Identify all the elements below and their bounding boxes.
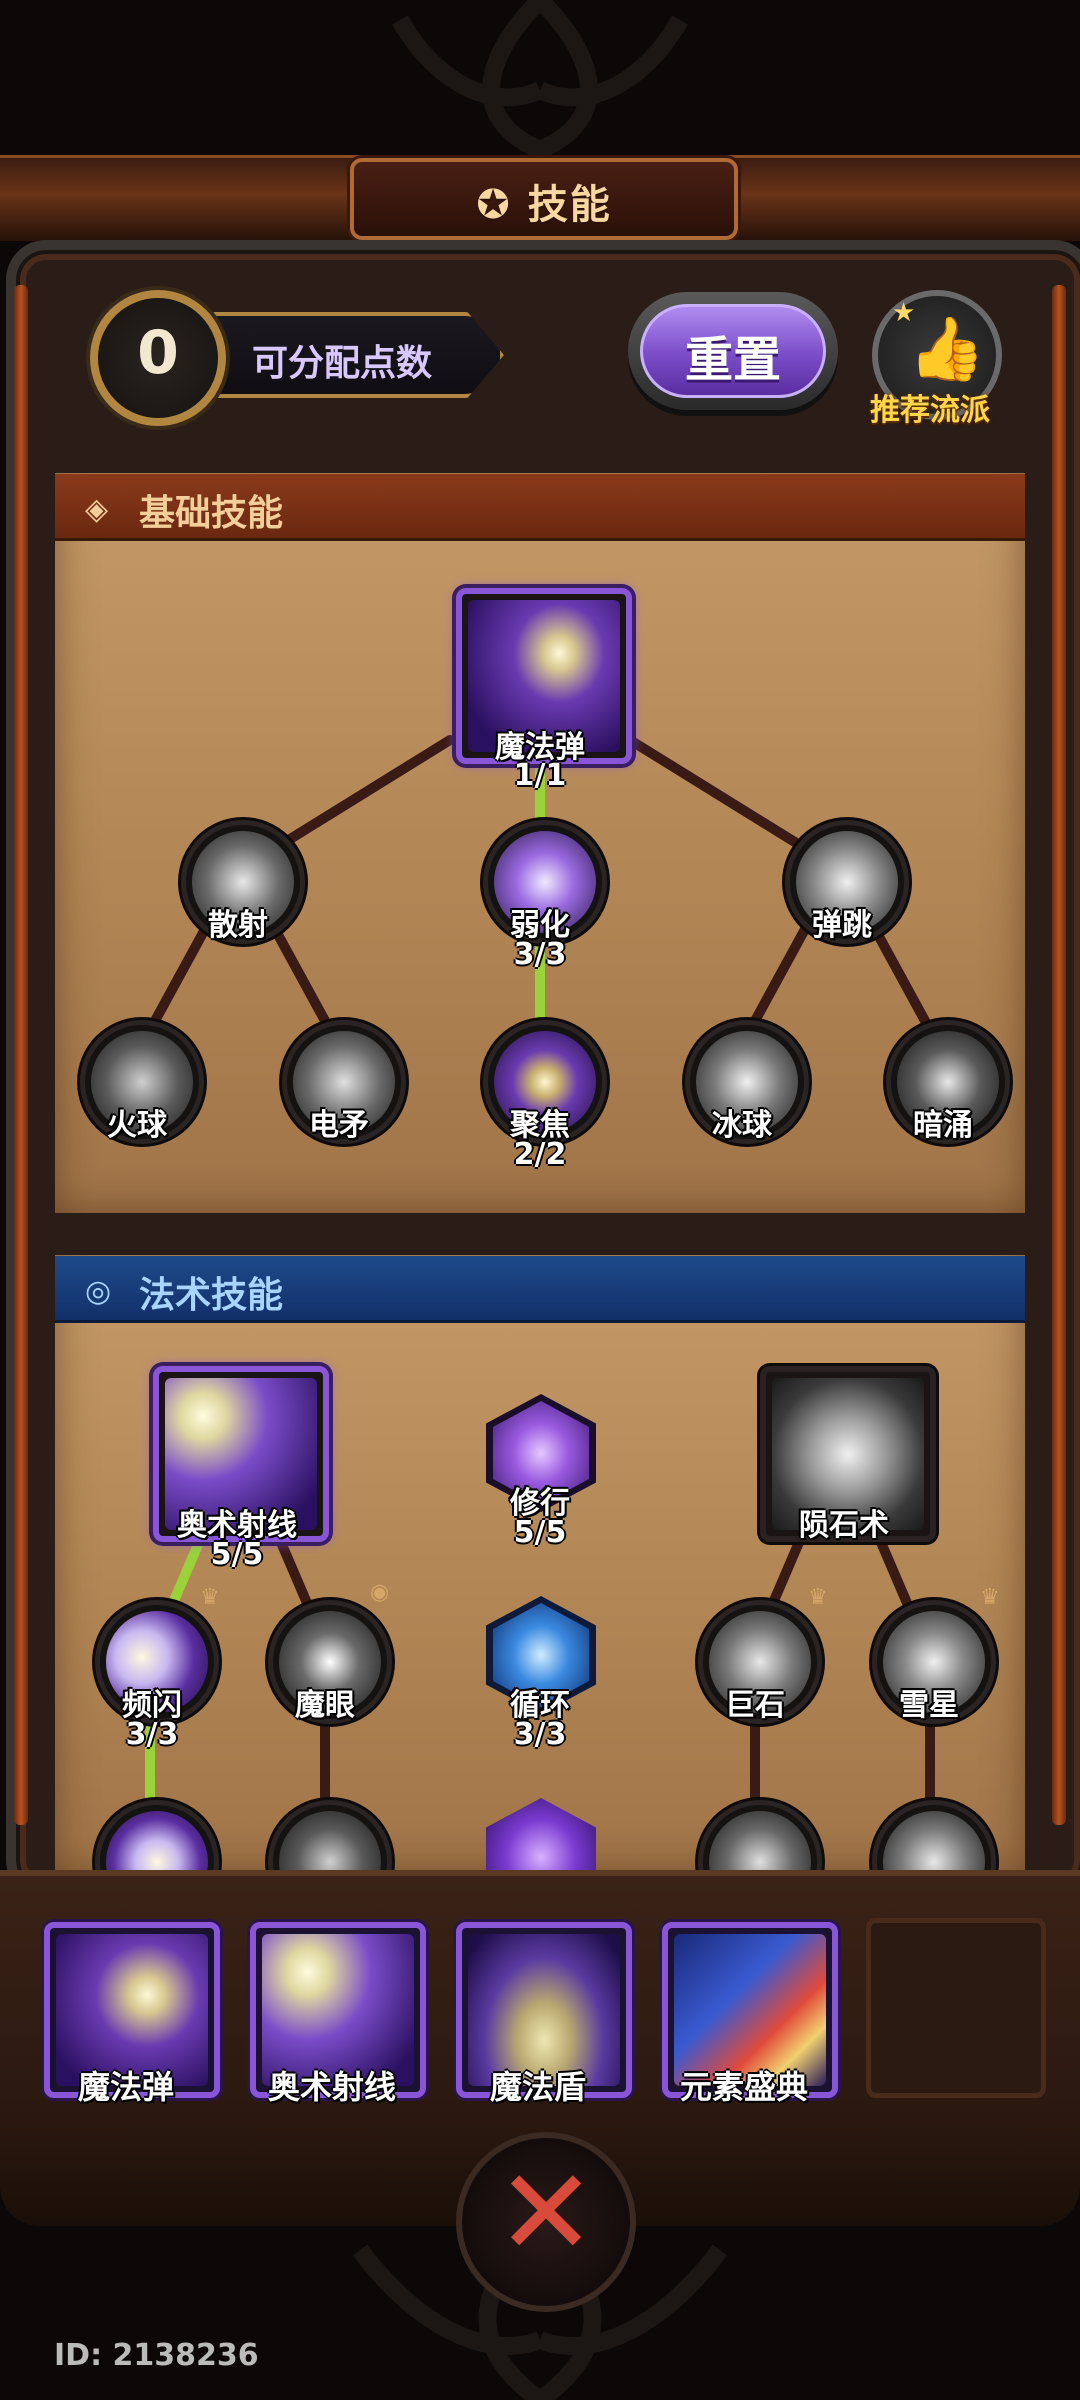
skill-node-count: 5/5 xyxy=(210,1537,264,1572)
skill-node-label: 散射 xyxy=(208,908,268,943)
skill-node-count: 3/3 xyxy=(513,937,567,972)
lock-ring-icon: ♛ xyxy=(980,1585,1000,1610)
skill-node-label: 弹跳 xyxy=(812,908,872,943)
lock-ring-icon: ♛ xyxy=(808,1585,828,1610)
equipped-slot-label: 奥术射线 xyxy=(267,2068,396,2106)
skill-node-label: 冰球 xyxy=(712,1108,772,1143)
skill-node-label: 巨石 xyxy=(725,1688,785,1723)
equipped-slot-label: 元素盛典 xyxy=(679,2068,808,2106)
close-button[interactable]: ✕ xyxy=(456,2132,636,2312)
lock-ring-icon: ◉ xyxy=(370,1580,390,1605)
link-line xyxy=(875,1535,915,1615)
equipped-slot-label: 魔法弹 xyxy=(77,2068,174,2106)
equipped-slot-empty[interactable] xyxy=(866,1918,1046,2098)
skill-node-label: 火球 xyxy=(107,1108,167,1143)
lock-ring-icon: ♛ xyxy=(200,1585,220,1610)
player-id: ID: 2138236 xyxy=(54,2338,259,2373)
skill-node-count: 3/3 xyxy=(513,1717,567,1752)
link-line xyxy=(765,1535,805,1615)
skill-node-label: 陨石术 xyxy=(799,1508,889,1543)
skill-node-count: 3/3 xyxy=(125,1717,179,1752)
equipped-slot-label: 魔法盾 xyxy=(489,2068,586,2106)
skill-node-count: 1/1 xyxy=(513,758,567,793)
skill-node-label: 魔眼 xyxy=(295,1688,355,1723)
skill-node-label: 电矛 xyxy=(309,1108,369,1143)
crossed-swords-close-icon: ✕ xyxy=(495,2144,597,2283)
skill-node-label: 雪星 xyxy=(899,1688,959,1723)
skill-node-count: 5/5 xyxy=(513,1515,567,1550)
skill-node-label: 暗涌 xyxy=(913,1108,973,1143)
skill-node-count: 2/2 xyxy=(513,1137,567,1172)
